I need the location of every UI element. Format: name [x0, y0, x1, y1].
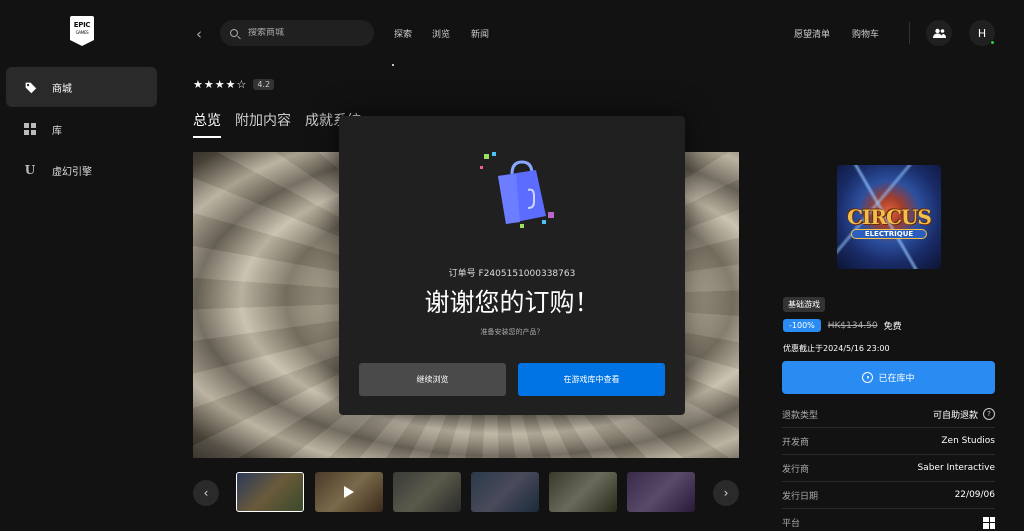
- sale-end-date: 优惠截止于2024/5/16 23:00: [783, 344, 890, 353]
- order-number: 订单号 F2405151000338763: [448, 269, 576, 279]
- info-key: 发行日期: [782, 491, 819, 502]
- search-icon: [230, 29, 238, 37]
- in-library-button[interactable]: ⏸ 已在库中: [782, 361, 995, 394]
- media-carousel: ‹ ›: [193, 472, 739, 512]
- account-avatar[interactable]: H: [969, 20, 995, 46]
- search-input[interactable]: [248, 28, 368, 38]
- search-box[interactable]: [220, 20, 374, 46]
- info-value: 22/09/06: [954, 490, 995, 500]
- nav-discover[interactable]: 探索: [394, 27, 412, 40]
- carousel-thumb[interactable]: [627, 472, 695, 512]
- unreal-icon: U: [24, 163, 36, 177]
- top-bar: ‹ 探索 浏览 新闻 愿望清单 购物车 H: [166, 0, 1024, 66]
- sidebar-item-store[interactable]: 商城: [6, 67, 157, 107]
- tab-overview[interactable]: 总览: [193, 110, 221, 138]
- carousel-next-button[interactable]: ›: [713, 480, 739, 506]
- carousel-prev-button[interactable]: ‹: [193, 480, 219, 506]
- carousel-thumb-video[interactable]: [315, 472, 383, 512]
- info-key: 发行商: [782, 464, 810, 475]
- logo-text: EPIC: [73, 21, 91, 29]
- original-price: HK$134.50: [827, 320, 878, 331]
- info-row-refund: 退款类型 可自助退款?: [782, 401, 995, 428]
- cart-link[interactable]: 购物车: [852, 27, 879, 40]
- carousel-thumb[interactable]: [236, 472, 304, 512]
- sidebar-item-library[interactable]: 库: [6, 109, 157, 149]
- help-icon[interactable]: ?: [983, 408, 995, 420]
- info-key: 开发商: [782, 437, 810, 448]
- windows-icon: [983, 516, 995, 529]
- sidebar-item-label: 商城: [52, 83, 72, 95]
- info-key: 平台: [782, 519, 801, 529]
- rating-value: 4.2: [253, 79, 275, 90]
- wishlist-link[interactable]: 愿望清单: [794, 27, 830, 40]
- rating-stars: ★★★★☆: [193, 78, 248, 91]
- cover-subtitle: ELECTRIQUE: [851, 229, 927, 239]
- shopping-bag-icon: [480, 152, 554, 228]
- decorative-dot: [392, 64, 394, 66]
- tag-icon: [22, 79, 38, 95]
- divider: [909, 22, 910, 44]
- grid-icon: [22, 121, 38, 137]
- cover-title: CIRCUS: [847, 205, 932, 229]
- sidebar-item-label: 虚幻引擎: [52, 166, 92, 178]
- back-arrow-icon[interactable]: ‹: [196, 25, 202, 43]
- in-library-label: 已在库中: [878, 374, 915, 384]
- online-status-indicator: [990, 40, 995, 45]
- rating: ★★★★☆ 4.2: [193, 78, 275, 91]
- library-icon: ⏸: [862, 372, 874, 383]
- avatar-initial: H: [977, 26, 987, 40]
- carousel-thumb[interactable]: [549, 472, 617, 512]
- nav-browse[interactable]: 浏览: [432, 27, 450, 40]
- info-value: Saber Interactive: [917, 463, 995, 473]
- sidebar: EPIC GAMES 商城 库 U 虚幻引擎: [0, 0, 166, 531]
- info-key: 退款类型: [782, 410, 819, 421]
- purchase-confirmation-modal: 订单号 F2405151000338763 谢谢您的订购！ 准备安装您的产品？ …: [339, 116, 685, 415]
- info-row-developer: 开发商 Zen Studios: [782, 428, 995, 455]
- pricing: -100% HK$134.50 免费: [783, 319, 902, 332]
- friends-icon: [932, 28, 946, 38]
- info-value: 可自助退款: [932, 410, 978, 421]
- info-row-platform: 平台: [782, 509, 995, 531]
- install-prompt: 准备安装您的产品？: [480, 328, 544, 336]
- carousel-thumb[interactable]: [471, 472, 539, 512]
- continue-browsing-button[interactable]: 继续浏览: [359, 363, 506, 396]
- info-row-release-date: 发行日期 22/09/06: [782, 482, 995, 509]
- base-game-badge: 基础游戏: [783, 297, 825, 312]
- sidebar-item-label: 库: [52, 125, 62, 137]
- nav-news[interactable]: 新闻: [471, 27, 489, 40]
- sidebar-item-unreal[interactable]: U 虚幻引擎: [6, 150, 157, 190]
- discount-badge: -100%: [783, 319, 821, 332]
- play-icon: [344, 486, 354, 498]
- carousel-thumb[interactable]: [393, 472, 461, 512]
- epic-games-logo[interactable]: EPIC GAMES: [70, 16, 94, 46]
- thank-you-heading: 谢谢您的订购！: [424, 288, 600, 317]
- info-value: Zen Studios: [941, 436, 995, 446]
- game-cover-art: CIRCUS ELECTRIQUE: [837, 165, 941, 269]
- view-in-library-button[interactable]: 在游戏库中查看: [518, 363, 665, 396]
- tab-addons[interactable]: 附加内容: [235, 110, 291, 138]
- current-price: 免费: [883, 322, 902, 332]
- info-row-publisher: 发行商 Saber Interactive: [782, 455, 995, 482]
- friends-button[interactable]: [926, 20, 952, 46]
- logo-subtext: GAMES: [75, 30, 89, 35]
